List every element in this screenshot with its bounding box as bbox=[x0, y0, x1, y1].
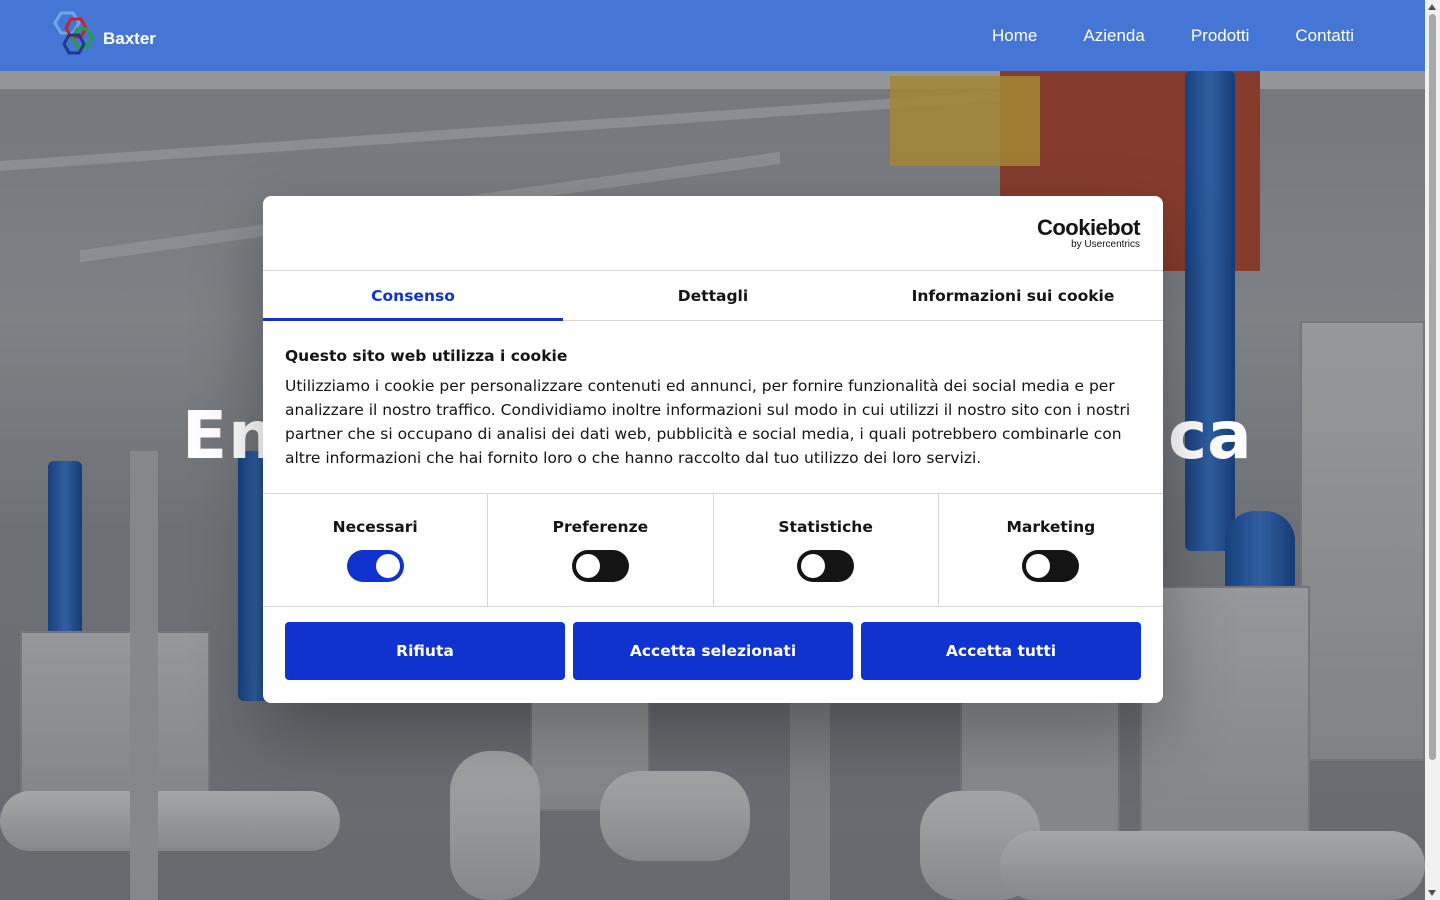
necessari-toggle[interactable] bbox=[346, 550, 404, 582]
site-header: Baxter Home Azienda Prodotti Contatti bbox=[0, 0, 1425, 71]
scroll-thumb[interactable] bbox=[1429, 14, 1436, 760]
tab-consenso[interactable]: Consenso bbox=[263, 271, 563, 321]
site-logo[interactable]: Baxter bbox=[47, 10, 162, 58]
cookiebot-logo: Cookiebot by Usercentrics bbox=[1036, 215, 1141, 251]
category-preferenze: Preferenze bbox=[488, 494, 714, 606]
tab-informazioni[interactable]: Informazioni sui cookie bbox=[863, 271, 1163, 320]
statistiche-toggle[interactable] bbox=[797, 550, 855, 582]
category-marketing: Marketing bbox=[939, 494, 1163, 606]
dialog-body: Questo sito web utilizza i cookie Utiliz… bbox=[263, 321, 1163, 494]
category-label: Marketing bbox=[1006, 518, 1096, 536]
hero-title-right: ca bbox=[1168, 397, 1252, 474]
toggle-knob bbox=[1026, 554, 1051, 578]
marketing-toggle[interactable] bbox=[1022, 550, 1080, 582]
dialog-heading: Questo sito web utilizza i cookie bbox=[285, 347, 568, 365]
dialog-tabs: Consenso Dettagli Informazioni sui cooki… bbox=[263, 271, 1163, 321]
accept-all-button[interactable]: Accetta tutti bbox=[861, 622, 1141, 680]
toggle-knob bbox=[375, 554, 400, 578]
baxter-logo-icon bbox=[53, 11, 94, 55]
page-scrollbar[interactable] bbox=[1425, 0, 1440, 900]
category-label: Preferenze bbox=[552, 518, 649, 536]
dialog-text: Utilizziamo i cookie per personalizzare … bbox=[285, 377, 1131, 467]
toggle-knob bbox=[801, 554, 826, 578]
brand-name: Baxter bbox=[103, 29, 156, 48]
preferenze-toggle[interactable] bbox=[571, 550, 629, 582]
nav-home[interactable]: Home bbox=[992, 26, 1037, 46]
dialog-buttons: Rifiuta Accetta selezionati Accetta tutt… bbox=[263, 607, 1163, 680]
category-label: Statistiche bbox=[778, 518, 873, 536]
cookiebot-sub: by Usercentrics bbox=[1071, 239, 1140, 250]
cookiebot-brand: Cookiebot bbox=[1036, 215, 1141, 240]
accept-selected-button[interactable]: Accetta selezionati bbox=[573, 622, 853, 680]
hero-title-left: En bbox=[182, 397, 277, 474]
main-nav: Home Azienda Prodotti Contatti bbox=[992, 0, 1354, 71]
category-label: Necessari bbox=[332, 518, 418, 536]
nav-azienda[interactable]: Azienda bbox=[1083, 26, 1144, 46]
consent-categories: Necessari Preferenze Statistiche Marketi… bbox=[263, 494, 1163, 607]
category-statistiche: Statistiche bbox=[714, 494, 939, 606]
tab-dettagli[interactable]: Dettagli bbox=[563, 271, 863, 320]
scroll-down-icon[interactable] bbox=[1428, 890, 1436, 896]
cookie-consent-dialog: Cookiebot by Usercentrics Consenso Detta… bbox=[263, 196, 1163, 703]
dialog-header: Cookiebot by Usercentrics bbox=[263, 196, 1163, 271]
nav-prodotti[interactable]: Prodotti bbox=[1191, 26, 1250, 46]
nav-contatti[interactable]: Contatti bbox=[1295, 26, 1354, 46]
reject-button[interactable]: Rifiuta bbox=[285, 622, 565, 680]
category-necessari: Necessari bbox=[263, 494, 489, 606]
toggle-knob bbox=[575, 554, 600, 578]
scroll-up-icon[interactable] bbox=[1428, 4, 1436, 10]
